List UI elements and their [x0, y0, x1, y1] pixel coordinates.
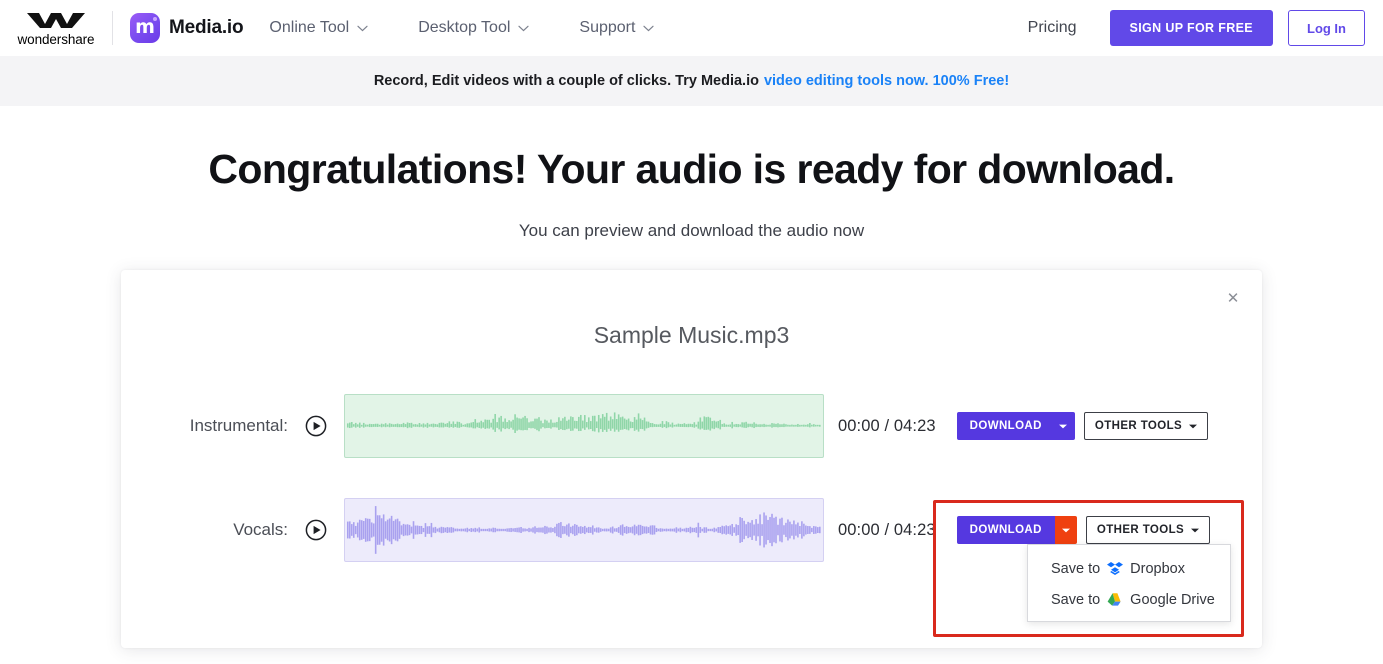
- caret-down-icon: [1191, 528, 1200, 532]
- track-row-instrumental: Instrumental: 00:00 / 04:23 DOWNLOAD OTH: [121, 394, 1262, 458]
- track-actions: DOWNLOAD OTHER TOOLS: [956, 516, 1211, 544]
- login-button[interactable]: Log In: [1288, 10, 1365, 46]
- nav-item-support[interactable]: Support: [554, 0, 679, 56]
- site-header: wondershare m Media.io Online Tool Deskt…: [0, 0, 1383, 56]
- waveform-vocals[interactable]: [344, 498, 824, 562]
- track-actions: DOWNLOAD OTHER TOOLS: [956, 412, 1209, 440]
- mediaio-logo-icon: m: [130, 13, 160, 43]
- menu-item-save-to-google-drive[interactable]: Save to Google Drive: [1028, 584, 1230, 615]
- download-button-instrumental[interactable]: DOWNLOAD: [956, 412, 1075, 440]
- nav-item-online-tool[interactable]: Online Tool: [269, 0, 393, 56]
- mediaio-logo-dot: [153, 17, 157, 21]
- file-name: Sample Music.mp3: [593, 322, 790, 348]
- pricing-link[interactable]: Pricing: [1028, 19, 1077, 37]
- wondershare-logo[interactable]: wondershare: [0, 0, 112, 56]
- other-tools-label: OTHER TOOLS: [1094, 420, 1183, 432]
- menu-item-save-to-dropbox[interactable]: Save to Dropbox: [1028, 553, 1230, 584]
- track-time: 00:00 / 04:23: [838, 520, 936, 539]
- track-time: 00:00 / 04:23: [838, 416, 936, 435]
- other-tools-button-vocals[interactable]: OTHER TOOLS: [1085, 516, 1211, 544]
- download-button-label: DOWNLOAD: [956, 516, 1055, 544]
- play-circle-icon[interactable]: [305, 519, 327, 541]
- mediaio-logo-letter: m: [135, 16, 155, 38]
- menu-item-prefix: Save to: [1051, 560, 1101, 577]
- promo-text: Record, Edit videos with a couple of cli…: [373, 73, 759, 89]
- promo-banner: Record, Edit videos with a couple of cli…: [0, 56, 1383, 106]
- play-circle-icon[interactable]: [305, 415, 327, 437]
- close-icon[interactable]: ✕: [1223, 288, 1243, 308]
- wondershare-wordmark: wondershare: [17, 32, 95, 47]
- caret-down-icon: [1061, 528, 1070, 532]
- other-tools-button-instrumental[interactable]: OTHER TOOLS: [1083, 412, 1209, 440]
- header-actions: Pricing SIGN UP FOR FREE Log In: [1028, 10, 1383, 46]
- waveform-graphic: [346, 412, 821, 433]
- download-button-label: DOWNLOAD: [956, 412, 1055, 440]
- nav-item-label: Online Tool: [269, 19, 350, 36]
- wondershare-mark-icon: [27, 13, 85, 28]
- mediaio-brand-name: Media.io: [169, 17, 244, 38]
- nav-item-desktop-tool[interactable]: Desktop Tool: [393, 0, 554, 56]
- other-tools-label: OTHER TOOLS: [1096, 524, 1185, 536]
- nav-item-label: Support: [579, 19, 636, 36]
- download-button-vocals[interactable]: DOWNLOAD: [956, 516, 1077, 544]
- track-label: Instrumental:: [189, 416, 288, 435]
- chevron-down-icon: [518, 25, 529, 31]
- main-navigation: Online Tool Desktop Tool Support: [269, 0, 679, 56]
- signup-button[interactable]: SIGN UP FOR FREE: [1109, 10, 1273, 46]
- google-drive-icon: [1107, 593, 1121, 606]
- track-label: Vocals:: [233, 520, 288, 539]
- page-subtitle: You can preview and download the audio n…: [518, 221, 865, 240]
- promo-link[interactable]: video editing tools now. 100% Free!: [764, 73, 1009, 89]
- header-divider: [112, 11, 113, 45]
- menu-item-service: Dropbox: [1130, 560, 1185, 577]
- mediaio-brand[interactable]: m Media.io: [130, 13, 244, 43]
- dropbox-icon: [1107, 562, 1124, 575]
- caret-down-icon: [1058, 424, 1067, 428]
- page-title: Congratulations! Your audio is ready for…: [208, 146, 1175, 192]
- waveform-graphic: [346, 506, 821, 554]
- chevron-down-icon: [357, 25, 368, 31]
- menu-item-service: Google Drive: [1130, 591, 1215, 608]
- menu-item-prefix: Save to: [1051, 591, 1101, 608]
- waveform-instrumental[interactable]: [344, 394, 824, 458]
- download-dropdown-menu: Save to Dropbox Save to Google Drive: [1027, 544, 1231, 622]
- download-dropdown-toggle[interactable]: [1054, 412, 1075, 440]
- download-dropdown-toggle[interactable]: [1054, 516, 1077, 544]
- caret-down-icon: [1189, 424, 1198, 428]
- nav-item-label: Desktop Tool: [418, 19, 511, 36]
- chevron-down-icon: [643, 25, 655, 31]
